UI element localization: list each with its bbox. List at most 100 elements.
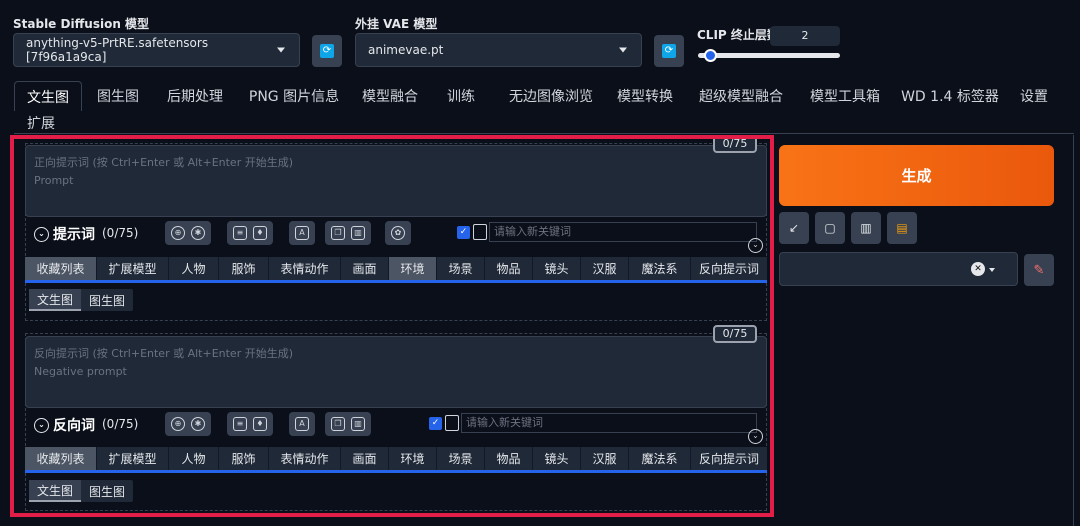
style-select[interactable]: ✕: [779, 252, 1018, 286]
toolbar-group-ai: ✿: [385, 221, 411, 245]
square-icon: ▢: [824, 221, 836, 235]
cat-character[interactable]: 人物: [169, 257, 219, 280]
cat-negative[interactable]: 反向提示词: [691, 447, 767, 470]
tab-model-convert[interactable]: 模型转换: [608, 81, 682, 111]
trash-icon[interactable]: ▥: [351, 226, 365, 240]
cat-hanfu[interactable]: 汉服: [581, 257, 629, 280]
generate-button[interactable]: 生成: [779, 145, 1054, 206]
chevron-down-icon: [989, 268, 995, 272]
cat-character[interactable]: 人物: [169, 447, 219, 470]
tab-super-merger[interactable]: 超级模型融合: [692, 81, 790, 111]
tab-model-toolkit[interactable]: 模型工具箱: [802, 81, 888, 111]
gear-icon[interactable]: ✱: [191, 417, 205, 431]
neg-keyword-checkbox[interactable]: ✓: [429, 417, 442, 430]
translate-ab-icon[interactable]: A: [295, 417, 309, 431]
keyword-toggle-icon[interactable]: [473, 224, 487, 240]
clear-prompt-button[interactable]: ▢: [815, 212, 845, 244]
subtab-txt2img[interactable]: 文生图: [29, 289, 82, 311]
cat-ext-models[interactable]: 扩展模型: [97, 257, 169, 280]
gear-icon[interactable]: ✱: [191, 226, 205, 240]
clip-slider[interactable]: [698, 49, 840, 62]
copy-icon[interactable]: ❐: [331, 226, 345, 240]
translate-ab-icon[interactable]: A: [295, 226, 309, 240]
cat-ext-models[interactable]: 扩展模型: [97, 447, 169, 470]
negative-keyword-input[interactable]: 请输入新关键词: [461, 413, 757, 433]
neg-toolbar-group-translate: ⊕ ✱: [165, 412, 211, 436]
cat-magic[interactable]: 魔法系: [629, 257, 691, 280]
history-icon[interactable]: ≡: [233, 417, 247, 431]
tab-extensions[interactable]: 扩展: [27, 113, 55, 133]
cat-scene[interactable]: 场景: [437, 257, 485, 280]
tab-txt2img[interactable]: 文生图: [14, 81, 82, 111]
globe-icon[interactable]: ⊕: [171, 226, 185, 240]
cat-expression[interactable]: 表情动作: [269, 447, 341, 470]
cat-items[interactable]: 物品: [485, 447, 533, 470]
trash-style-button[interactable]: ▥: [851, 212, 881, 244]
subtab-txt2img[interactable]: 文生图: [29, 480, 82, 502]
cat-favorites[interactable]: 收藏列表: [25, 257, 97, 280]
subtab-img2img[interactable]: 图生图: [81, 480, 133, 502]
cat-expression[interactable]: 表情动作: [269, 257, 341, 280]
chevron-down-icon[interactable]: ⌄: [748, 429, 763, 444]
copy-icon[interactable]: ❐: [331, 417, 345, 431]
refresh-icon: ⟳: [662, 44, 676, 58]
positive-title[interactable]: ⌄ 提示词: [34, 224, 95, 244]
clipboard-button[interactable]: ▤: [887, 212, 917, 244]
cat-hanfu[interactable]: 汉服: [581, 447, 629, 470]
clip-value-input[interactable]: 2: [770, 26, 840, 46]
tab-img2img[interactable]: 图生图: [87, 81, 149, 111]
vae-refresh-button[interactable]: ⟳: [654, 35, 684, 67]
openai-icon[interactable]: ✿: [391, 226, 405, 240]
negative-prompt-textarea[interactable]: 反向提示词 (按 Ctrl+Enter 或 Alt+Enter 开始生成) Ne…: [25, 336, 767, 408]
cat-clothing[interactable]: 服饰: [219, 447, 269, 470]
cat-negative[interactable]: 反向提示词: [691, 257, 767, 280]
tab-settings[interactable]: 设置: [1012, 81, 1056, 111]
negative-category-row: 收藏列表 扩展模型 人物 服饰 表情动作 画面 环境 场景 物品 镜头 汉服 魔…: [25, 447, 767, 473]
tab-divider: [14, 133, 1074, 134]
neg-keyword-toggle-icon[interactable]: [445, 415, 459, 431]
tab-train[interactable]: 训练: [438, 81, 484, 111]
slider-knob[interactable]: [704, 49, 717, 62]
cat-camera[interactable]: 镜头: [533, 257, 581, 280]
history-icon[interactable]: ≡: [233, 226, 247, 240]
cat-scene-view[interactable]: 画面: [341, 257, 389, 280]
tab-image-browser[interactable]: 无边图像浏览: [496, 81, 606, 111]
toolbar-group-ab: A: [289, 221, 315, 245]
cat-magic[interactable]: 魔法系: [629, 447, 691, 470]
positive-category-row: 收藏列表 扩展模型 人物 服饰 表情动作 画面 环境 场景 物品 镜头 汉服 魔…: [25, 257, 767, 283]
cat-clothing[interactable]: 服饰: [219, 257, 269, 280]
sd-model-value: anything-v5-PrtRE.safetensors [7f96a1a9c…: [26, 36, 209, 64]
clear-icon[interactable]: ✕: [971, 262, 985, 276]
refresh-icon: ⟳: [320, 44, 334, 58]
read-params-button[interactable]: ↙: [779, 212, 809, 244]
subtab-img2img[interactable]: 图生图: [81, 289, 133, 311]
tab-extras[interactable]: 后期处理: [159, 81, 231, 111]
chevron-down-icon[interactable]: ⌄: [748, 238, 763, 253]
globe-icon[interactable]: ⊕: [171, 417, 185, 431]
positive-keyword-input[interactable]: 请输入新关键词: [489, 222, 757, 242]
cat-camera[interactable]: 镜头: [533, 447, 581, 470]
edit-style-button[interactable]: ✎: [1024, 254, 1054, 286]
chevron-down-icon: ⌄: [34, 417, 49, 433]
tab-wd-tagger[interactable]: WD 1.4 标签器: [900, 81, 1000, 111]
bookmark-icon[interactable]: ♦: [253, 417, 267, 431]
cat-scene[interactable]: 场景: [437, 447, 485, 470]
tab-checkpoint-merger[interactable]: 模型融合: [354, 81, 426, 111]
cat-favorites[interactable]: 收藏列表: [25, 447, 97, 470]
clipboard-icon: ▤: [896, 221, 908, 235]
bookmark-icon[interactable]: ♦: [253, 226, 267, 240]
negative-title[interactable]: ⌄ 反向词: [34, 415, 95, 435]
cat-items[interactable]: 物品: [485, 257, 533, 280]
tab-png-info[interactable]: PNG 图片信息: [244, 81, 344, 111]
vae-select[interactable]: animevae.pt: [355, 33, 642, 67]
cat-environment[interactable]: 环境: [389, 257, 437, 280]
cat-scene-view[interactable]: 画面: [341, 447, 389, 470]
sd-model-select[interactable]: anything-v5-PrtRE.safetensors [7f96a1a9c…: [13, 33, 300, 67]
chevron-down-icon: [277, 47, 285, 53]
sd-model-refresh-button[interactable]: ⟳: [312, 35, 342, 67]
positive-prompt-textarea[interactable]: 正向提示词 (按 Ctrl+Enter 或 Alt+Enter 开始生成) Pr…: [25, 145, 767, 217]
toolbar-group-edit: ❐ ▥: [325, 221, 371, 245]
keyword-checkbox[interactable]: ✓: [457, 226, 470, 239]
trash-icon[interactable]: ▥: [351, 417, 365, 431]
cat-environment[interactable]: 环境: [389, 447, 437, 470]
